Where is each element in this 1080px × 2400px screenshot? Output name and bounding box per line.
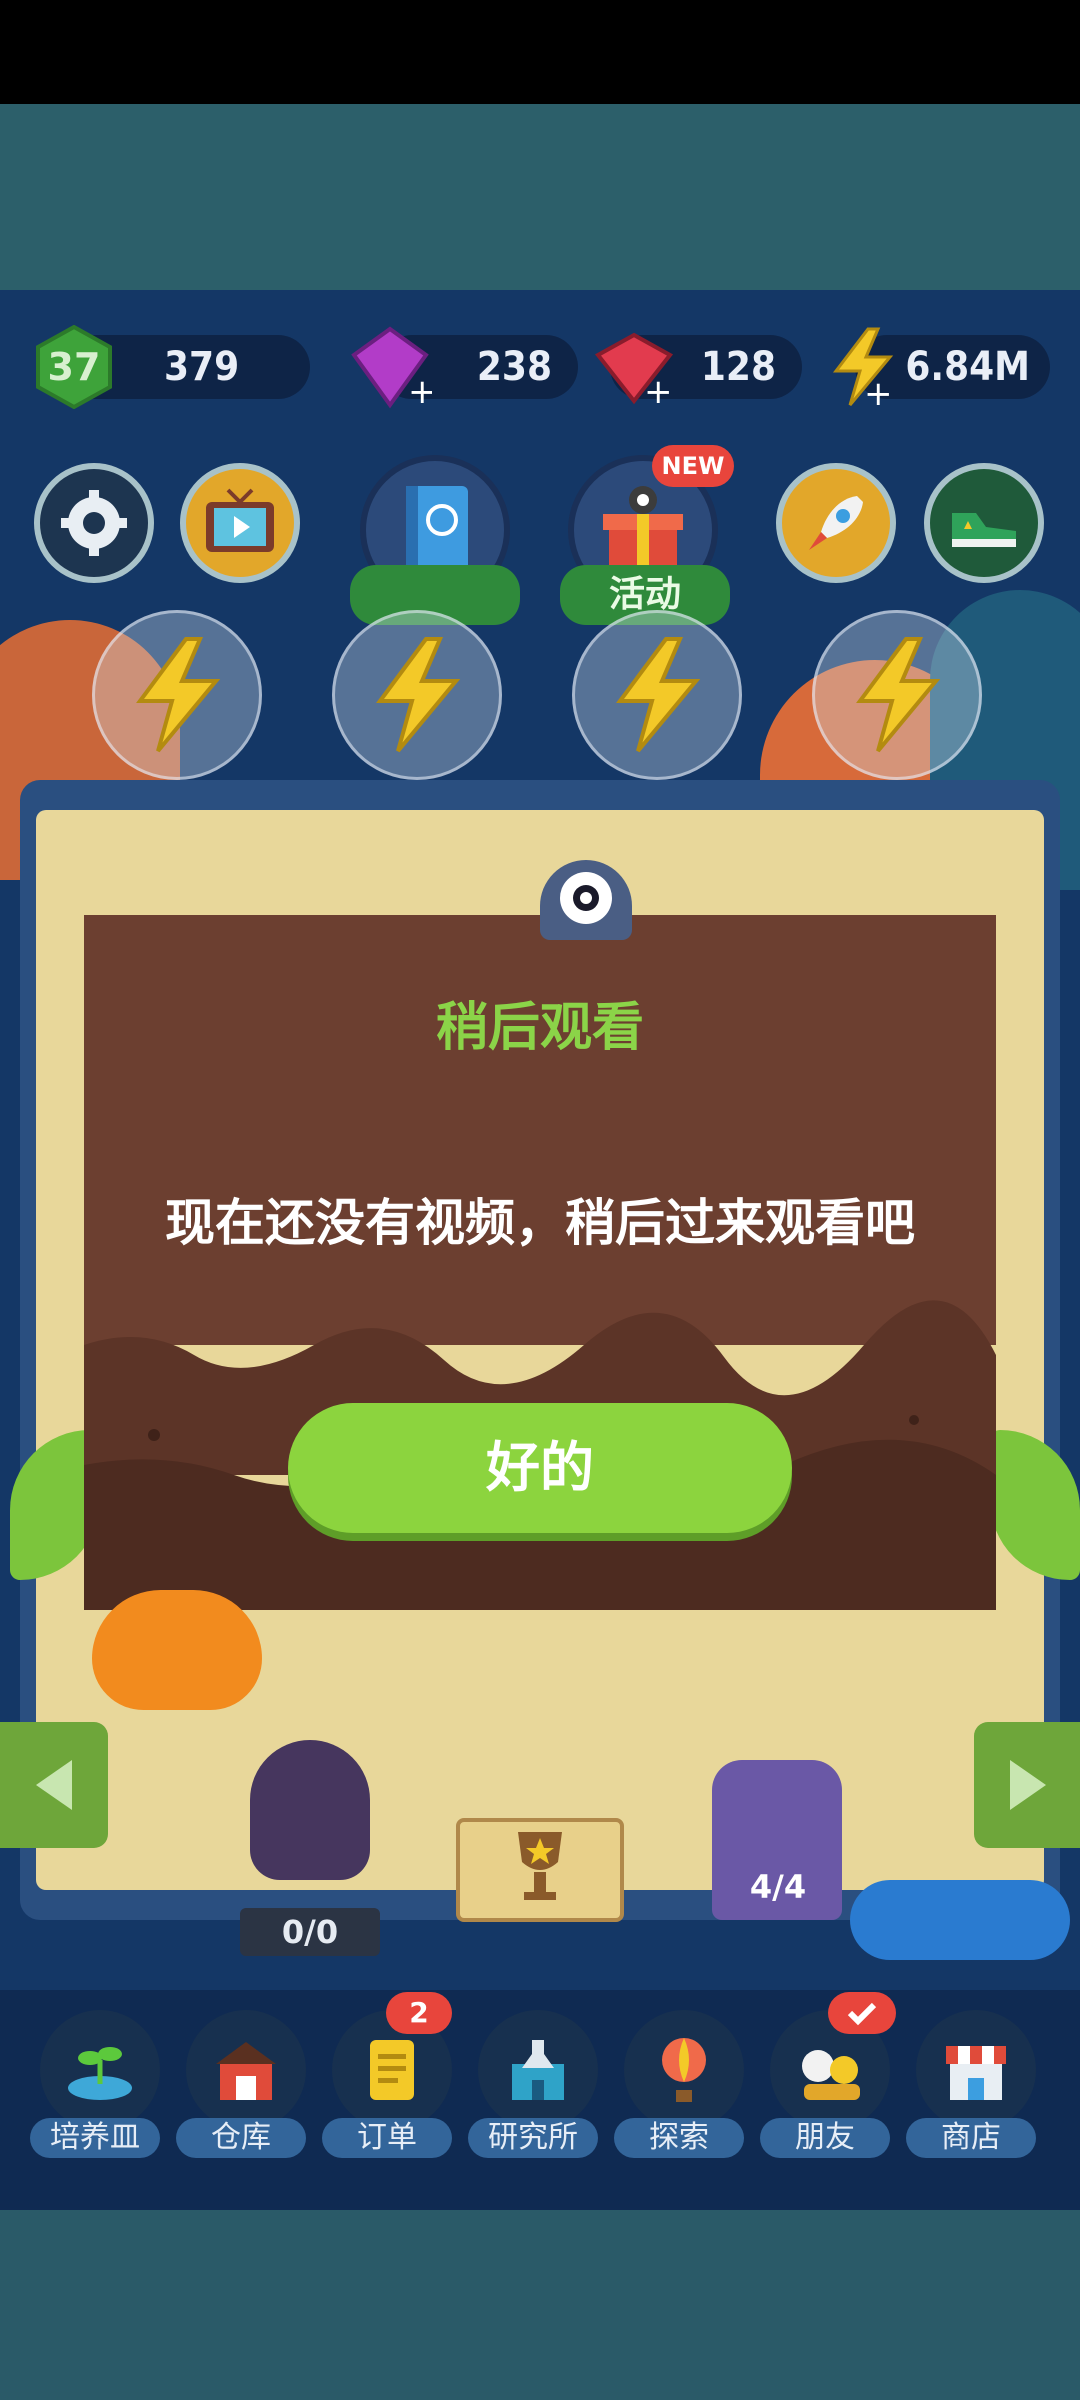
nav-label: 仓库 (176, 2118, 306, 2158)
trophy-sign[interactable] (456, 1818, 624, 1922)
orders-badge: 2 (386, 1992, 452, 2034)
backdrop-top (0, 104, 1080, 290)
book-icon (406, 486, 468, 572)
nav-label: 朋友 (760, 2118, 890, 2158)
eye-icon (560, 872, 612, 924)
level-hexagon-icon: 37 (32, 324, 116, 410)
nav-icon-bg (478, 2010, 598, 2130)
rocket-button[interactable] (776, 463, 896, 583)
lightning-icon (136, 637, 221, 753)
barn-icon (216, 2042, 276, 2100)
settings-button[interactable] (34, 463, 154, 583)
friends-icon (802, 2050, 860, 2100)
nav-petri-dish[interactable]: 培养皿 (30, 2010, 160, 2160)
purple-gem-value: 238 (476, 344, 552, 390)
nav-icon-bg (186, 2010, 306, 2130)
chevron-left-icon (36, 1760, 72, 1810)
lightning-icon (616, 637, 701, 753)
nav-label: 探索 (614, 2118, 744, 2158)
gift-icon (603, 486, 683, 574)
chevron-right-icon (1010, 1760, 1046, 1810)
nav-icon-bg (916, 2010, 1036, 2130)
purple-gem-icon[interactable]: + (348, 325, 437, 412)
red-gem-value: 128 (700, 344, 776, 390)
energy-bubble[interactable] (572, 610, 742, 780)
nav-research[interactable]: 研究所 (468, 2010, 598, 2160)
svg-text:+: + (408, 372, 432, 409)
svg-text:+: + (644, 372, 673, 409)
energy-bubble[interactable] (92, 610, 262, 780)
new-badge: NEW (652, 445, 734, 487)
gear-icon (61, 490, 127, 556)
nav-shop[interactable]: 商店 (906, 2010, 1036, 2160)
purple-monster[interactable] (250, 1740, 370, 1880)
energy-value: 6.84M (905, 344, 1030, 390)
friends-check-badge (828, 1992, 896, 2034)
shop-icon (946, 2046, 1006, 2100)
lightning-icon (856, 637, 941, 753)
nav-label: 订单 (322, 2118, 452, 2158)
nav-orders[interactable]: 订单 2 (322, 1992, 452, 2160)
status-bar (0, 0, 1080, 104)
energy-bubble[interactable] (332, 610, 502, 780)
pool-decoration (850, 1880, 1070, 1960)
dialog-message: 现在还没有视频，稍后过来观看吧 (165, 1194, 915, 1252)
nav-warehouse[interactable]: 仓库 (176, 2010, 306, 2160)
lab-icon (512, 2040, 564, 2100)
watch-later-dialog: 稍后观看 现在还没有视频，稍后过来观看吧 好的 (84, 915, 996, 1610)
ok-button[interactable]: 好的 (288, 1403, 792, 1533)
level-value: 379 (164, 344, 240, 390)
balloon-icon (662, 2038, 706, 2102)
orange-monster[interactable] (92, 1590, 262, 1710)
shoe-button[interactable] (924, 463, 1044, 583)
nav-explore[interactable]: 探索 (614, 2010, 744, 2160)
backdrop-bottom (0, 2210, 1080, 2400)
scroll-icon (370, 2040, 414, 2100)
sprout-icon (68, 2047, 132, 2100)
lightning-icon[interactable]: + (820, 325, 904, 414)
nav-label: 培养皿 (30, 2118, 160, 2158)
check-icon (847, 2002, 877, 2026)
pedestal-counter: 0/0 (240, 1908, 380, 1956)
rocket-icon (809, 496, 863, 550)
trophy-icon (518, 1832, 562, 1900)
red-gem-icon[interactable]: + (592, 325, 676, 412)
nav-icon-bg (624, 2010, 744, 2130)
left-arrow-button[interactable] (0, 1722, 108, 1848)
nav-label: 商店 (906, 2118, 1036, 2158)
right-arrow-button[interactable] (974, 1722, 1080, 1848)
nav-label: 研究所 (468, 2118, 598, 2158)
level-number: 37 (47, 345, 101, 389)
lightning-icon (376, 637, 461, 753)
svg-text:+: + (864, 374, 893, 409)
dialog-title: 稍后观看 (435, 998, 644, 1058)
monster-counter: 4/4 (749, 1868, 807, 1906)
nav-friends[interactable]: 朋友 (760, 1992, 896, 2160)
nav-icon-bg (40, 2010, 160, 2130)
energy-bubble[interactable] (812, 610, 982, 780)
tv-icon (206, 488, 274, 552)
sneaker-icon (952, 513, 1016, 547)
video-ad-button[interactable] (180, 463, 300, 583)
